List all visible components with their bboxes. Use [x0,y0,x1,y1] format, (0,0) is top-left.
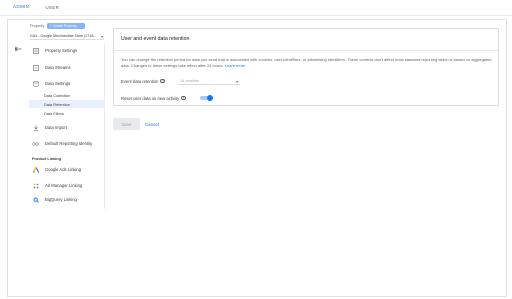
cancel-button[interactable]: Cancel [145,118,159,130]
sidebar-subitem-data-filters[interactable]: Data Filters [44,109,64,117]
data-settings-icon [32,80,39,87]
sidebar-item-data-import[interactable]: Data Import [29,122,105,133]
sidebar-item-label: Data Import [45,125,67,130]
event-data-retention-select[interactable]: 14 months ▾ [178,77,240,85]
sidebar-item-label: Google Ads Linking [45,167,82,172]
create-property-button[interactable]: + Create Property [47,22,85,29]
google-ads-icon [32,166,39,173]
card-divider [114,50,498,51]
sidebar-item-bigquery-linking[interactable]: BigQuery Linking [29,194,105,205]
sidebar-item-label: BigQuery Linking [45,197,77,202]
help-icon[interactable]: ? [160,78,166,84]
toggle-knob [207,95,213,101]
ad-manager-icon [32,182,39,189]
property-label: Property [30,24,45,28]
save-button[interactable]: Save [113,118,140,130]
sidebar-subitem-data-retention[interactable]: Data Retention [44,100,70,108]
event-data-retention-row: Event data retention ? [121,77,166,85]
sidebar-item-default-reporting-identity[interactable]: Default Reporting Identity [29,138,105,149]
sidebar-item-label: Property Settings [45,48,78,53]
sidebar-item-google-ads-linking[interactable]: Google Ads Linking [29,164,105,175]
sidebar-item-property-settings[interactable]: Property Settings [29,45,105,56]
chevron-down-icon: ▾ [236,80,238,84]
help-icon[interactable]: ? [181,95,186,101]
sidebar-item-label: Data Settings [45,81,71,86]
description-text: You can change the retention period for … [121,57,492,68]
reset-user-data-row: Reset user data on new activity ? [121,94,186,102]
chevron-down-icon: ▾ [101,35,103,39]
reporting-identity-icon [32,140,39,147]
admin-sidebar: Property Settings Data Streams Data Sett… [29,44,105,209]
retention-description: You can change the retention period for … [121,57,493,69]
sidebar-item-data-streams[interactable]: Data Streams [29,62,105,73]
sidebar-item-data-settings[interactable]: Data Settings [29,78,105,89]
learn-more-link[interactable]: Learn more [225,63,245,68]
card-title: User and event data retention [121,36,190,42]
product-linking-heading: Product Linking [32,157,61,161]
data-import-icon [32,124,39,131]
property-select[interactable]: GA4 - Google Merchandise Store (2718... … [30,32,104,40]
event-data-retention-label: Event data retention [121,78,159,84]
sidebar-item-label: Data Streams [45,65,71,70]
admin-tabs: ADMIN USER [0,0,512,16]
tab-user[interactable]: USER [37,2,67,16]
tab-admin[interactable]: ADMIN [5,2,38,16]
reset-user-data-label: Reset user data on new activity [121,95,180,101]
back-arrow-icon[interactable] [14,44,23,53]
data-streams-icon [32,64,39,71]
reset-user-data-toggle[interactable] [200,95,213,101]
property-select-value: GA4 - Google Merchandise Store (2718... [30,33,97,38]
tabs-divider [0,15,512,16]
sidebar-item-ad-manager-linking[interactable]: Ad Manager Linking [29,180,105,191]
retention-select-value: 14 months [180,78,199,83]
property-settings-icon [32,47,39,54]
bigquery-icon [32,196,39,203]
data-retention-card: User and event data retention You can ch… [113,28,499,106]
sidebar-item-label: Ad Manager Linking [45,183,83,188]
sidebar-item-label: Default Reporting Identity [45,141,93,146]
sidebar-subitem-data-collection[interactable]: Data Collection [44,91,70,99]
